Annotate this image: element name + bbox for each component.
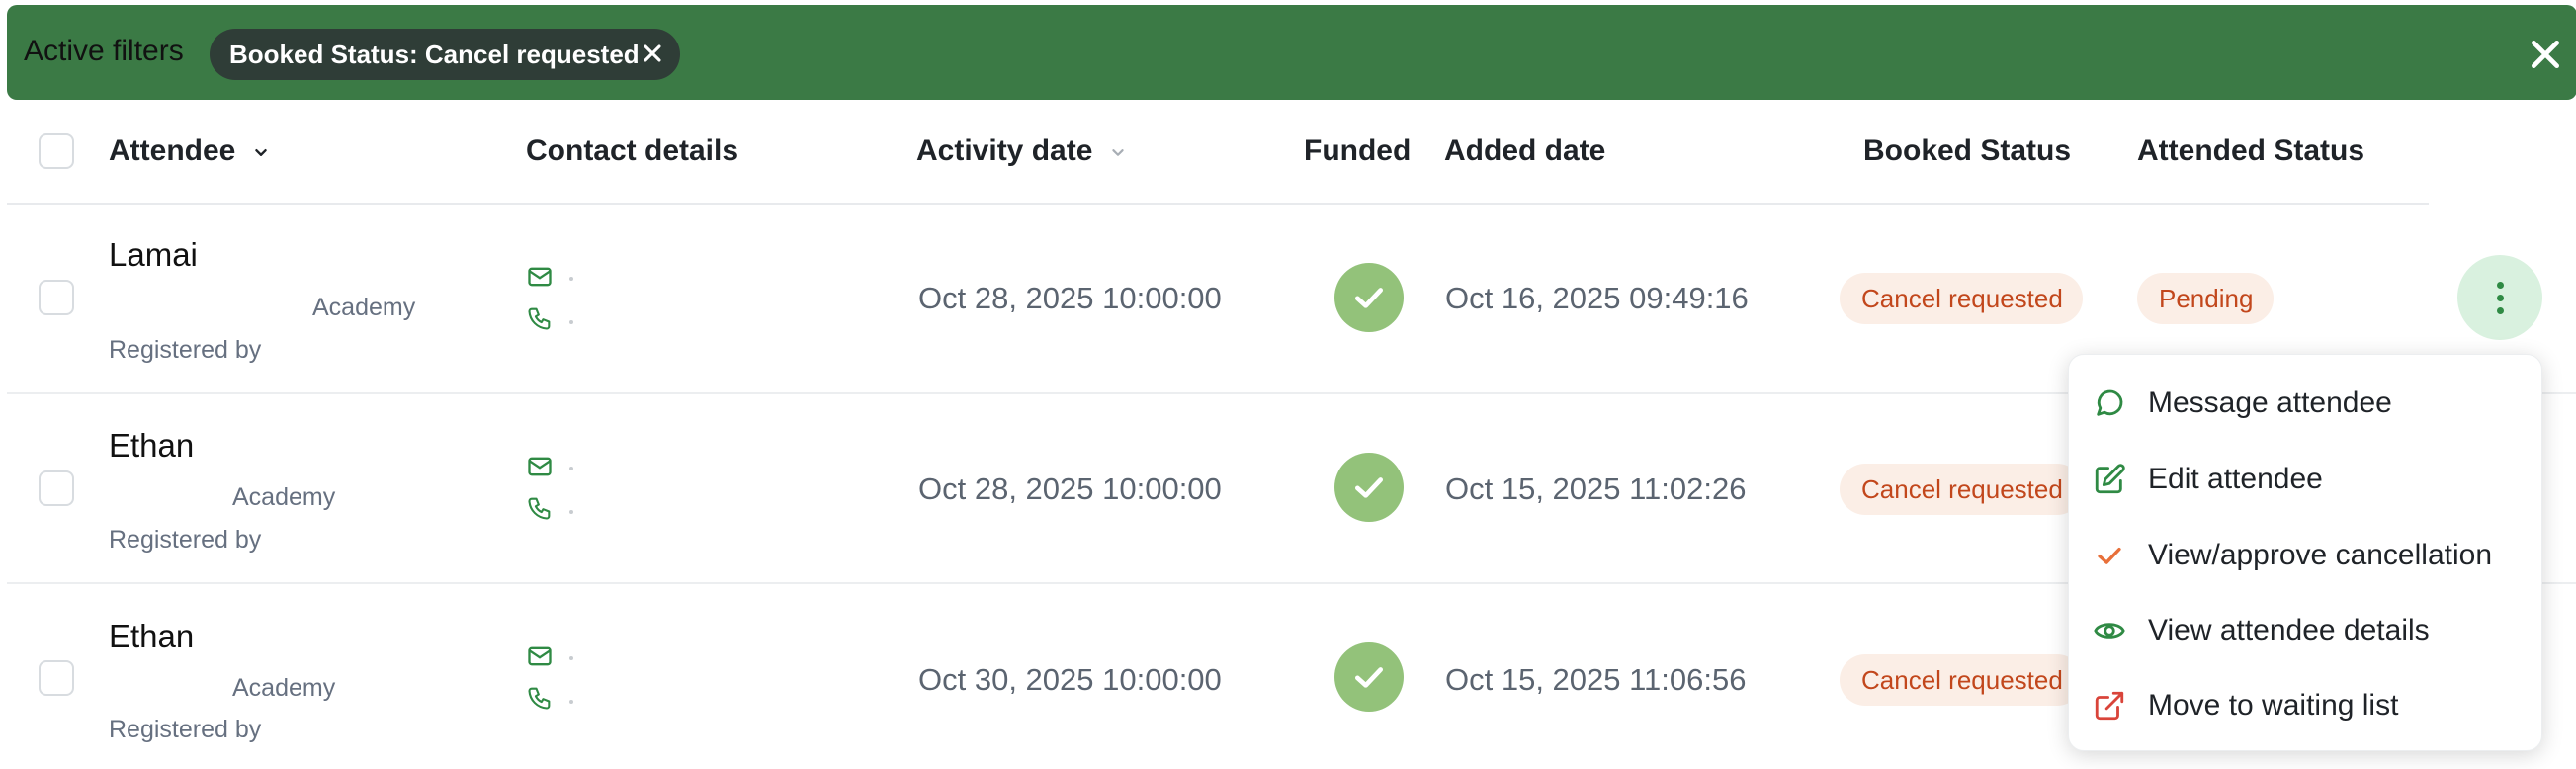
menu-item-move-to-waiting-list[interactable]: Move to waiting list [2069, 667, 2543, 742]
attendee-name[interactable]: Ethan [109, 427, 194, 465]
added-date: Oct 16, 2025 09:49:16 [1445, 281, 1749, 315]
mail-icon [528, 457, 552, 476]
mail-icon [528, 267, 552, 287]
column-header-attendee[interactable]: Attendee [109, 134, 272, 168]
contact-phone-value [569, 700, 573, 704]
booked-status-badge: Cancel requested [1840, 464, 2083, 515]
phone-icon [528, 687, 551, 710]
registered-by: Registered by [109, 336, 262, 364]
external-link-icon [2095, 691, 2124, 721]
added-date: Oct 15, 2025 11:06:56 [1445, 662, 1747, 697]
message-icon [2097, 389, 2123, 416]
column-header-funded: Funded [1304, 134, 1412, 167]
row-checkbox[interactable] [39, 470, 74, 506]
contact-email-value [569, 277, 573, 281]
contact-email-value [569, 656, 573, 660]
column-header-activity-date[interactable]: Activity date [916, 134, 1129, 168]
menu-item-label: Edit attendee [2148, 463, 2323, 495]
row-checkbox[interactable] [39, 280, 74, 315]
funded-check [1334, 453, 1404, 522]
column-header-contact-details: Contact details [526, 134, 739, 167]
registered-by: Registered by [109, 716, 262, 743]
menu-item-label: Move to waiting list [2148, 689, 2399, 722]
row-actions-menu: Message attendee Edit attendee View/appr… [2068, 354, 2542, 751]
column-header-added-date: Added date [1444, 134, 1606, 167]
chevron-down-icon [254, 149, 267, 157]
menu-item-label: View/approve cancellation [2148, 539, 2493, 571]
active-filters-title: Active filters [24, 35, 184, 67]
attendee-name[interactable]: Lamai [109, 236, 198, 274]
row-actions-button[interactable] [2457, 255, 2542, 340]
eye-icon [2094, 623, 2125, 639]
attendee-organization: Academy [312, 294, 416, 321]
row-checkbox[interactable] [39, 660, 74, 696]
booked-status-badge: Cancel requested [1840, 654, 2083, 706]
funded-check [1334, 642, 1404, 712]
contact-phone-value [569, 510, 573, 514]
booked-status-badge: Cancel requested [1840, 273, 2083, 324]
header-divider [7, 203, 2429, 205]
remove-filter-icon[interactable] [639, 40, 666, 67]
contact-phone-value [569, 320, 573, 324]
activity-date: Oct 30, 2025 10:00:00 [918, 662, 1222, 697]
menu-item-message-attendee[interactable]: Message attendee [2069, 365, 2543, 440]
contact-email-value [569, 467, 573, 470]
menu-item-edit-attendee[interactable]: Edit attendee [2069, 441, 2543, 516]
column-header-booked-status: Booked Status [1863, 134, 2072, 167]
attended-status-badge: Pending [2137, 273, 2274, 324]
attendee-organization: Academy [232, 483, 336, 511]
attendee-name[interactable]: Ethan [109, 618, 194, 655]
close-icon[interactable] [2526, 35, 2565, 74]
check-icon [1355, 288, 1383, 308]
filter-chip-label: Booked Status: Cancel requested [229, 39, 640, 69]
edit-icon [2095, 464, 2125, 494]
added-date: Oct 15, 2025 11:02:26 [1445, 471, 1747, 506]
mail-icon [528, 646, 552, 666]
menu-item-label: Message attendee [2148, 386, 2392, 419]
check-icon [1355, 477, 1383, 498]
select-all-checkbox[interactable] [39, 133, 74, 169]
funded-check [1334, 263, 1404, 332]
attendee-organization: Academy [232, 674, 336, 702]
chevron-down-icon [1112, 149, 1124, 156]
registered-by: Registered by [109, 526, 262, 554]
active-filters-bar: Active filters Booked Status: Cancel req… [7, 5, 2576, 100]
activity-date: Oct 28, 2025 10:00:00 [918, 471, 1222, 506]
menu-item-view-attendee-details[interactable]: View attendee details [2069, 592, 2543, 667]
phone-icon [528, 307, 551, 330]
menu-item-label: View attendee details [2148, 614, 2430, 646]
check-icon [1355, 667, 1383, 688]
check-icon [2098, 547, 2121, 564]
phone-icon [528, 497, 551, 520]
column-header-attended-status: Attended Status [2137, 134, 2365, 167]
activity-date: Oct 28, 2025 10:00:00 [918, 281, 1222, 315]
menu-item-view-approve-cancellation[interactable]: View/approve cancellation [2069, 517, 2543, 592]
filter-chip[interactable]: Booked Status: Cancel requested [210, 29, 680, 80]
